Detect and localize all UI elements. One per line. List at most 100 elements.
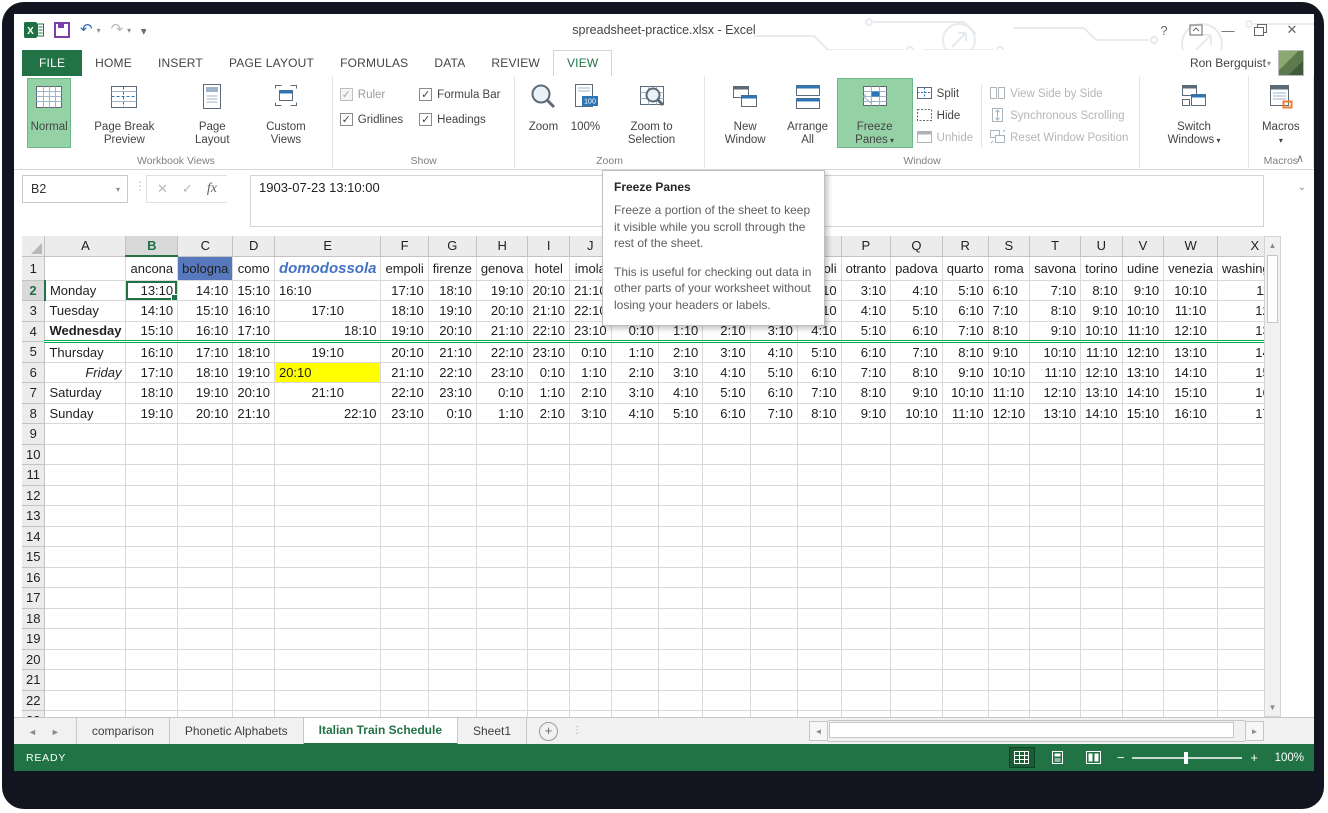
grid-cell[interactable] — [611, 649, 658, 670]
grid-cell[interactable] — [891, 690, 943, 711]
grid-cell[interactable] — [233, 444, 275, 465]
grid-cell[interactable] — [658, 670, 702, 691]
save-button[interactable] — [54, 22, 70, 38]
grid-cell[interactable] — [750, 670, 797, 691]
grid-cell[interactable] — [476, 567, 528, 588]
grid-cell[interactable] — [841, 690, 890, 711]
zoom-button[interactable]: Zoom — [522, 78, 564, 148]
grid-cell[interactable] — [1081, 485, 1123, 506]
row-header-17[interactable]: 17 — [22, 588, 45, 609]
sheet-tab-phonetic-alphabets[interactable]: Phonetic Alphabets — [170, 718, 304, 745]
grid-cell[interactable] — [703, 506, 750, 527]
grid-cell[interactable] — [797, 485, 841, 506]
grid-cell[interactable] — [1217, 567, 1264, 588]
grid-cell[interactable] — [611, 506, 658, 527]
grid-cell[interactable]: 21:10 — [233, 403, 275, 424]
grid-cell[interactable]: 1:10 — [611, 342, 658, 363]
grid-cell[interactable] — [45, 526, 126, 547]
row-header-3[interactable]: 3 — [22, 301, 45, 322]
grid-cell[interactable] — [178, 526, 233, 547]
day-cell-thursday[interactable]: Thursday — [45, 342, 126, 363]
grid-cell[interactable] — [1122, 444, 1164, 465]
grid-cell[interactable] — [1164, 649, 1218, 670]
grid-cell[interactable]: 8:10 — [891, 362, 943, 383]
grid-cell[interactable] — [45, 649, 126, 670]
grid-cell[interactable] — [841, 506, 890, 527]
new-sheet-button[interactable]: + — [539, 722, 558, 741]
close-button[interactable]: ✕ — [1278, 18, 1306, 42]
grid-cell[interactable] — [476, 608, 528, 629]
grid-cell[interactable] — [233, 506, 275, 527]
grid-cell[interactable]: 3:10 — [658, 362, 702, 383]
grid-cell[interactable] — [1217, 608, 1264, 629]
grid-cell[interactable] — [1081, 444, 1123, 465]
grid-cell[interactable] — [1030, 547, 1081, 568]
grid-cell[interactable] — [178, 424, 233, 445]
col-header-V[interactable]: V — [1122, 236, 1164, 256]
undo-dropdown-icon[interactable]: ▾ — [97, 26, 101, 35]
horizontal-scrollbar[interactable]: ◄ ► — [809, 721, 1264, 741]
grid-cell[interactable] — [797, 444, 841, 465]
grid-cell[interactable] — [797, 670, 841, 691]
sheet-tab-sheet1[interactable]: Sheet1 — [458, 718, 527, 745]
grid-cell[interactable]: 3:10 — [841, 280, 890, 301]
col-header-E[interactable]: E — [274, 236, 381, 256]
zoom-level[interactable]: 100% — [1268, 752, 1304, 764]
grid-cell[interactable] — [611, 567, 658, 588]
grid-cell[interactable]: 15:10 — [1217, 362, 1264, 383]
grid-cell[interactable] — [891, 629, 943, 650]
city-header-washington[interactable]: washington — [1217, 256, 1264, 280]
grid-cell[interactable] — [891, 444, 943, 465]
grid-cell[interactable] — [658, 567, 702, 588]
grid-cell[interactable]: 6:10 — [942, 301, 988, 322]
grid-cell[interactable]: 4:10 — [750, 342, 797, 363]
day-cell-tuesday[interactable]: Tuesday — [45, 301, 126, 322]
city-header-como[interactable]: como — [233, 256, 275, 280]
grid-cell[interactable] — [126, 670, 178, 691]
grid-cell[interactable]: 6:10 — [891, 321, 943, 342]
grid-cell[interactable] — [1164, 567, 1218, 588]
grid-cell[interactable] — [178, 547, 233, 568]
grid-cell[interactable] — [1030, 526, 1081, 547]
grid-cell[interactable]: 2:10 — [658, 342, 702, 363]
grid-cell[interactable] — [45, 506, 126, 527]
grid-cell[interactable]: 21:10 — [528, 301, 570, 322]
grid-cell[interactable]: 14:10 — [126, 301, 178, 322]
grid-cell[interactable] — [428, 567, 476, 588]
city-header-empoli[interactable]: empoli — [381, 256, 428, 280]
grid-cell[interactable]: 22:10 — [381, 383, 428, 404]
grid-cell[interactable] — [233, 588, 275, 609]
grid-cell[interactable]: 10:10 — [1081, 321, 1123, 342]
grid-cell[interactable] — [126, 547, 178, 568]
grid-cell[interactable] — [1030, 424, 1081, 445]
grid-cell[interactable] — [1164, 608, 1218, 629]
grid-cell[interactable] — [381, 547, 428, 568]
ribbon-tab-insert[interactable]: INSERT — [145, 50, 216, 76]
grid-cell[interactable]: 11:10 — [1030, 362, 1081, 383]
col-header-G[interactable]: G — [428, 236, 476, 256]
grid-cell[interactable] — [891, 649, 943, 670]
city-header-venezia[interactable]: venezia — [1164, 256, 1218, 280]
grid-cell[interactable] — [1122, 506, 1164, 527]
grid-cell[interactable] — [988, 424, 1030, 445]
grid-cell[interactable] — [841, 465, 890, 486]
grid-cell[interactable] — [841, 444, 890, 465]
grid-cell[interactable] — [942, 608, 988, 629]
grid-cell[interactable] — [1030, 629, 1081, 650]
grid-cell[interactable] — [126, 485, 178, 506]
grid-cell[interactable]: 0:10 — [528, 362, 570, 383]
grid-cell[interactable] — [1122, 526, 1164, 547]
grid-cell[interactable] — [1122, 608, 1164, 629]
grid-cell[interactable] — [1122, 649, 1164, 670]
grid-cell[interactable]: 6:10 — [841, 342, 890, 363]
grid-cell[interactable] — [178, 588, 233, 609]
grid-cell[interactable]: 8:10 — [1081, 280, 1123, 301]
grid-cell[interactable]: 12:10 — [1122, 342, 1164, 363]
grid-cell[interactable]: 17:10 — [233, 321, 275, 342]
grid-cell[interactable] — [891, 485, 943, 506]
grid-cell[interactable] — [381, 465, 428, 486]
col-header-U[interactable]: U — [1081, 236, 1123, 256]
account-menu[interactable]: Ron Bergquist ▾ — [1190, 50, 1304, 76]
grid-cell[interactable]: 15:10 — [233, 280, 275, 301]
grid-cell[interactable]: 9:10 — [942, 362, 988, 383]
